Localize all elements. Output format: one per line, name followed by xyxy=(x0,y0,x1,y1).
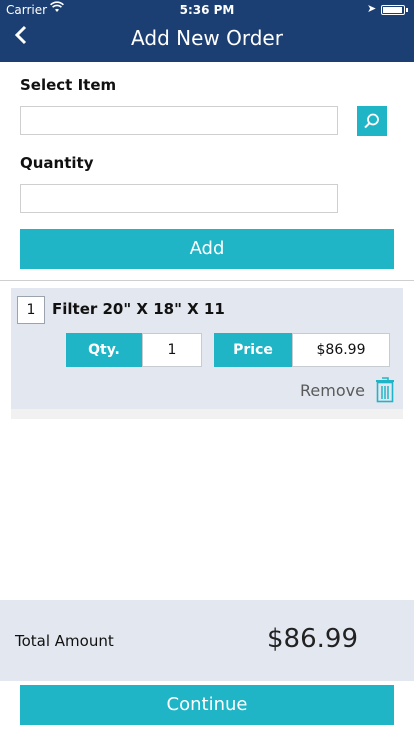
status-bar: Carrier 5:36 PM ➤ xyxy=(0,0,414,20)
continue-button[interactable]: Continue xyxy=(20,685,394,725)
page-title: Add New Order xyxy=(131,26,283,50)
order-item-footer xyxy=(11,409,403,419)
battery-icon xyxy=(381,5,408,15)
trash-icon[interactable] xyxy=(375,377,395,403)
select-item-label: Select Item xyxy=(20,76,117,94)
total-label: Total Amount xyxy=(15,632,114,650)
add-button[interactable]: Add xyxy=(20,229,394,269)
quantity-label: Quantity xyxy=(20,154,94,172)
line-number: 1 xyxy=(17,296,45,324)
item-price-value: $86.99 xyxy=(292,333,390,367)
item-name: Filter 20" X 18" X 11 xyxy=(52,300,225,318)
qty-tag: Qty. xyxy=(66,333,142,367)
item-qty-value[interactable]: 1 xyxy=(142,333,202,367)
quantity-input[interactable] xyxy=(20,184,338,213)
divider xyxy=(0,280,414,281)
search-icon xyxy=(364,113,379,129)
price-tag: Price xyxy=(214,333,292,367)
search-button[interactable] xyxy=(357,106,387,136)
total-amount: $86.99 xyxy=(267,624,358,654)
navigation-bar: Carrier 5:36 PM ➤ Add New Order xyxy=(0,0,414,62)
clock: 5:36 PM xyxy=(179,3,235,17)
location-arrow-icon: ➤ xyxy=(367,2,377,15)
remove-button[interactable]: Remove xyxy=(300,381,365,400)
select-item-input[interactable] xyxy=(20,106,338,135)
